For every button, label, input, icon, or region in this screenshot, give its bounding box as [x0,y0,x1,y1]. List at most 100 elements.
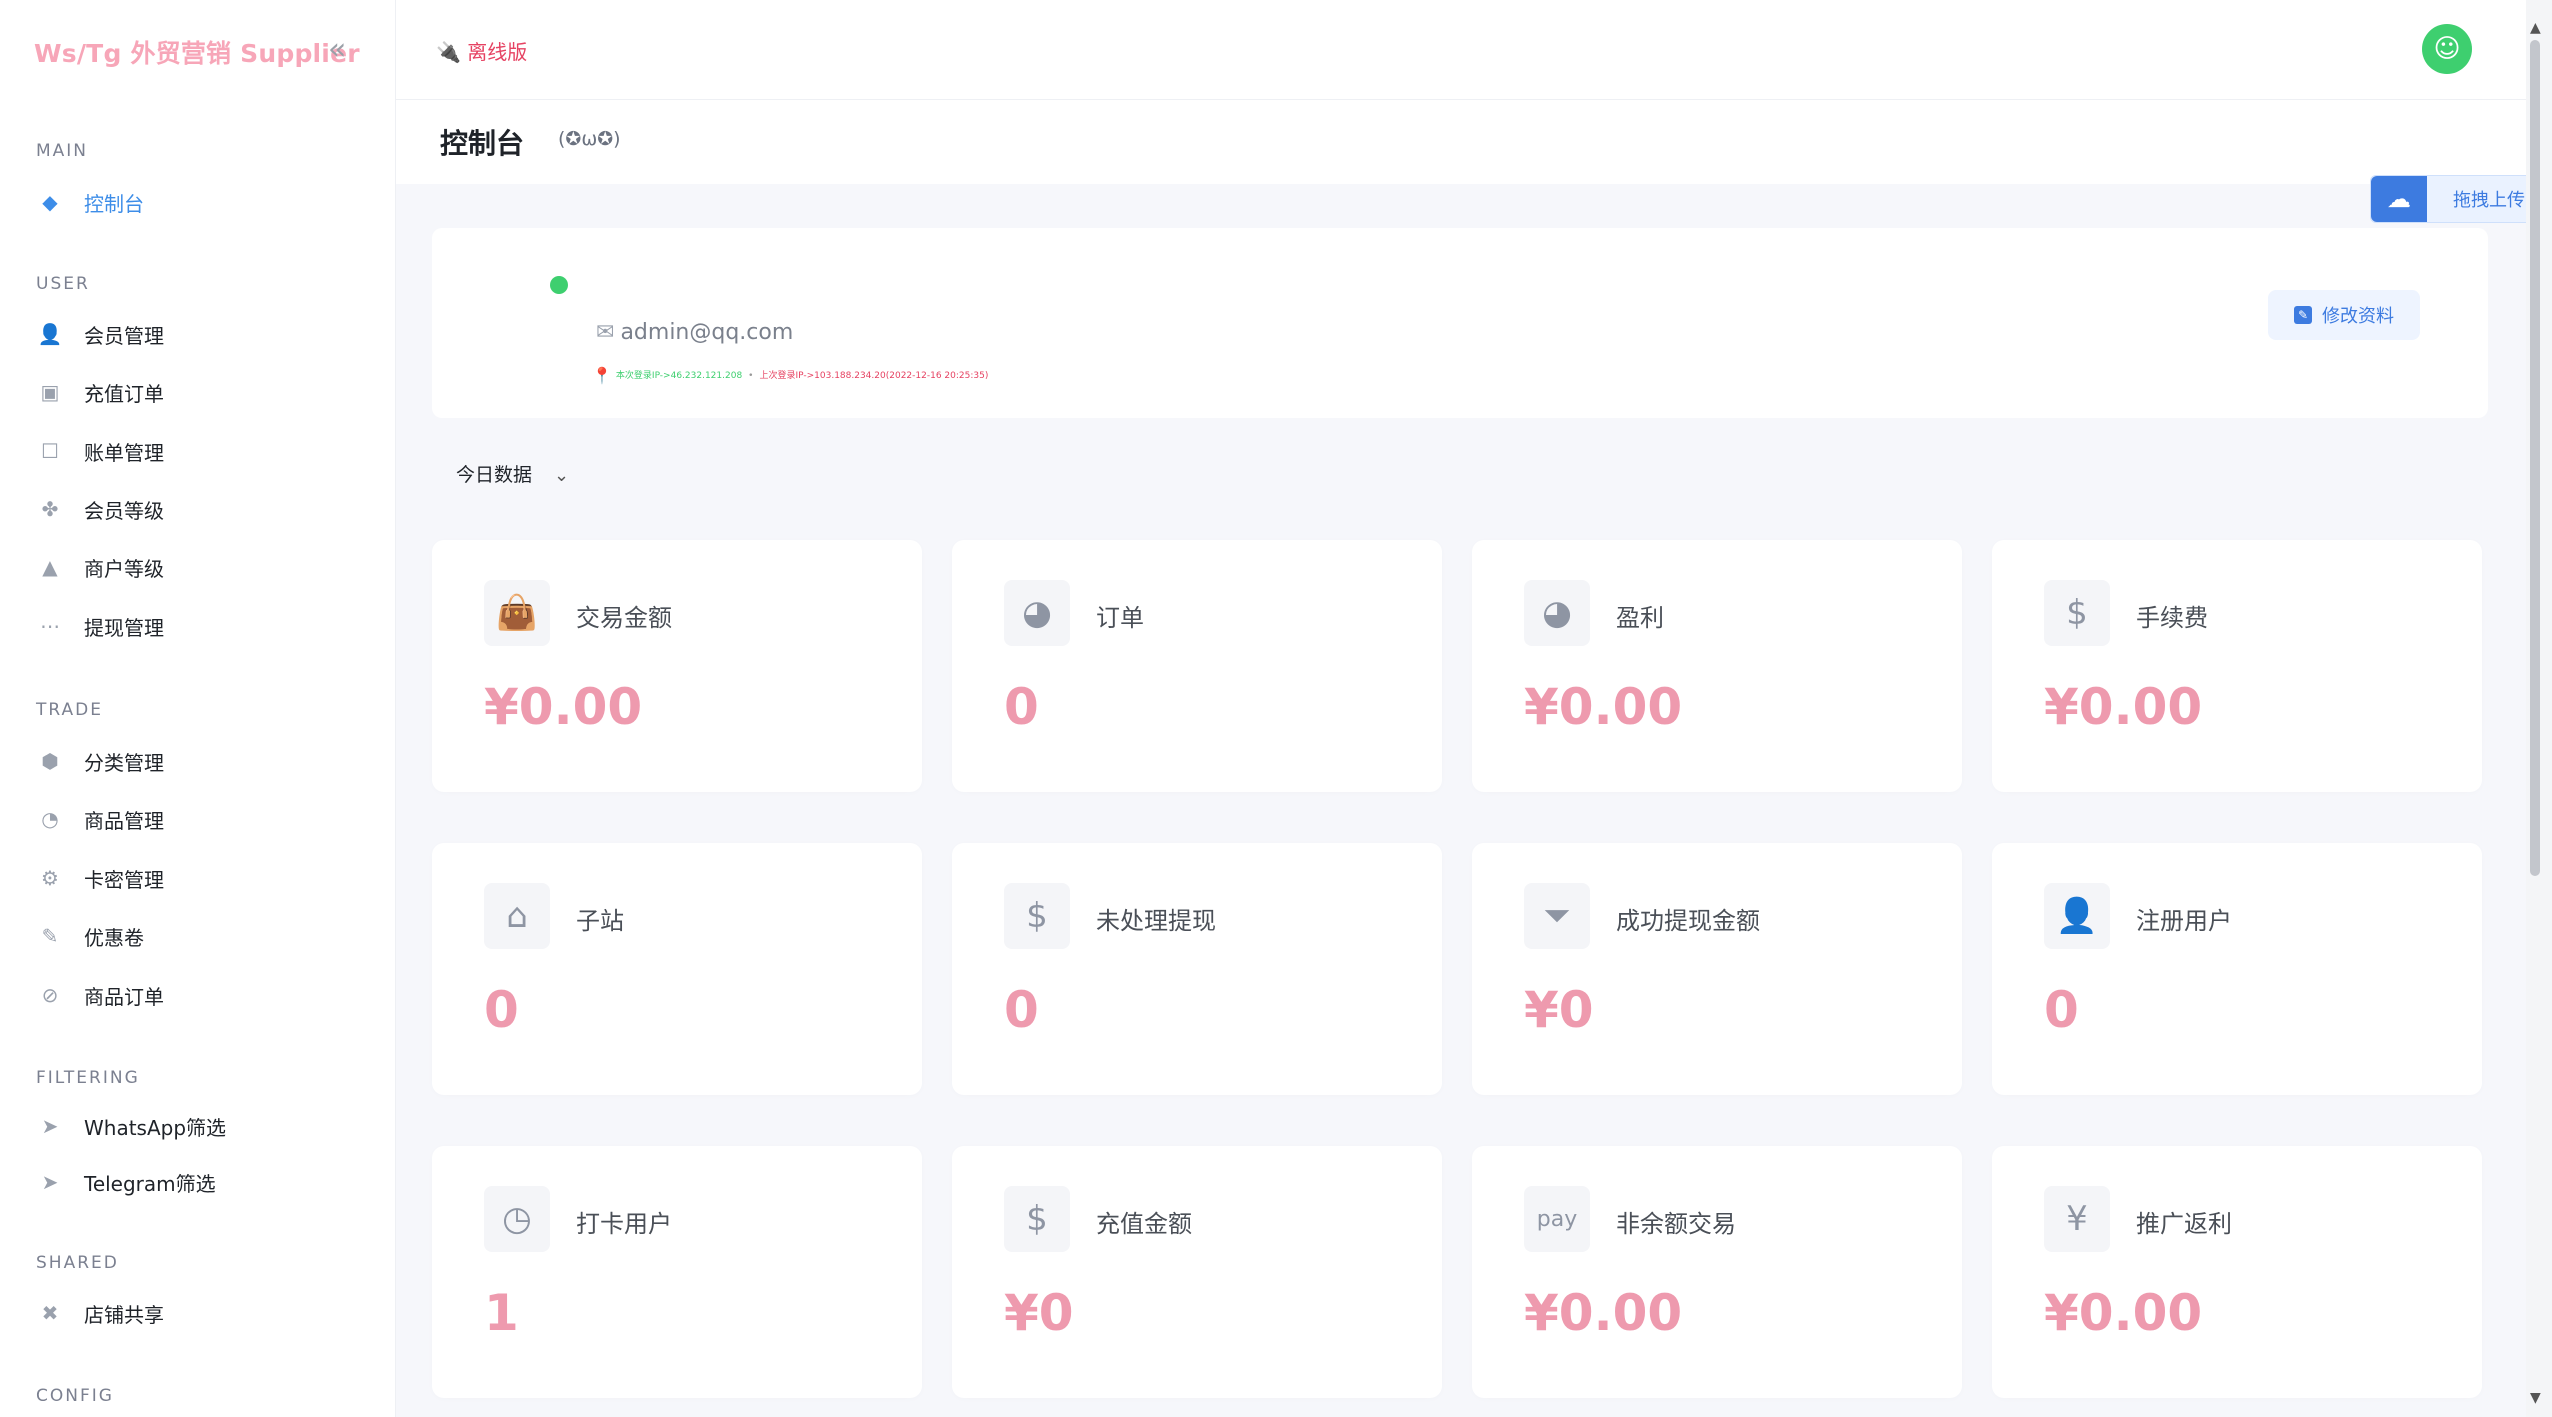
user-plus-icon: 👤 [2044,883,2110,949]
sidebar-item-label: 店铺共享 [84,1302,164,1327]
share-icon: ✖ [41,1301,59,1325]
sidebar-item-label: 商品订单 [84,984,164,1009]
merchant-icon: ▲ [42,555,58,579]
sidebar-item-label: 商户等级 [84,556,164,581]
sidebar-item-goods-orders[interactable]: ⊘ 商品订单 [36,975,164,1015]
stat-label: 推广返利 [2136,1210,2232,1238]
stat-label: 注册用户 [2136,907,2232,935]
stat-card-orders: ◕ 订单 0 [952,540,1442,792]
category-icon: ⬢ [41,749,59,773]
location-pin-icon: 📍 [592,366,612,385]
funnel-icon: ⏷ [1524,883,1590,949]
stat-label: 订单 [1096,604,1144,632]
card-icon: ⚙ [41,866,59,890]
sidebar-item-bills[interactable]: ☐ 账单管理 [36,431,164,471]
current-login-ip: 本次登录IP->46.232.121.208 [615,371,743,381]
hand-dollar-icon: $ [1004,1186,1070,1252]
login-info: 📍 本次登录IP->46.232.121.208 • 上次登录IP->103.188.… [592,366,988,385]
sidebar-item-label: 提现管理 [84,615,164,640]
avatar[interactable]: ☺ [2422,24,2472,74]
section-config: CONFIG [36,1386,114,1406]
sidebar-item-label: 账单管理 [84,440,164,465]
stat-card-successful-withdrawals: ⏷ 成功提现金额 ¥0 [1472,843,1962,1095]
drag-upload-widget[interactable]: ☁ 拖拽上传 [2370,175,2552,223]
scroll-down-arrow-icon[interactable]: ▼ [2530,1390,2541,1406]
dashboard-icon: ◆ [42,190,58,214]
drag-upload-label: 拖拽上传 [2453,190,2525,211]
stat-value: ¥0.00 [1524,678,1683,736]
stat-value: ¥0 [1004,1284,1074,1342]
top-bar: 🔌 离线版 ☺ [396,0,2526,100]
sidebar-item-label: WhatsApp筛选 [84,1115,227,1140]
sidebar-item-member-levels[interactable]: ✤ 会员等级 [36,489,164,529]
plug-icon: 🔌 [436,40,461,64]
sidebar-item-members[interactable]: 👤 会员管理 [36,314,164,354]
sidebar-item-coupons[interactable]: ✎ 优惠卷 [36,916,144,956]
pay-icon: pay [1524,1186,1590,1252]
section-shared: SHARED [36,1253,119,1273]
sidebar-item-shop-share[interactable]: ✖ 店铺共享 [36,1293,164,1333]
stat-label: 未处理提现 [1096,907,1216,935]
stat-label: 交易金额 [576,604,672,632]
edit-icon: ✎ [2294,306,2312,324]
stat-label: 打卡用户 [576,1210,672,1238]
stat-card-checkin-users: ◷ 打卡用户 1 [432,1146,922,1398]
sidebar-item-card-keys[interactable]: ⚙ 卡密管理 [36,858,164,898]
sidebar-item-label: 优惠卷 [84,925,144,950]
telegram-icon: ➤ [41,1114,59,1138]
sidebar-item-label: 控制台 [84,191,144,216]
stat-value: 0 [2044,981,2079,1039]
sidebar-item-label: 商品管理 [84,808,164,833]
offline-label: 离线版 [467,40,528,64]
stat-label: 子站 [576,907,624,935]
edit-profile-button[interactable]: ✎ 修改资料 [2268,290,2420,340]
sidebar-item-label: 会员管理 [84,323,164,348]
sidebar-item-categories[interactable]: ⬢ 分类管理 [36,741,164,781]
page-title: 控制台 [440,127,525,160]
sidebar-item-whatsapp-filter[interactable]: ➤ WhatsApp筛选 [36,1106,226,1146]
stat-label: 手续费 [2136,604,2208,632]
coupon-icon: ✎ [41,924,59,948]
edit-profile-label: 修改资料 [2322,306,2394,327]
sidebar-item-label: 卡密管理 [84,867,164,892]
mail-icon: ✉ [596,320,615,345]
bill-icon: ☐ [41,439,59,463]
sidebar-item-recharge-orders[interactable]: ▣ 充值订单 [36,372,164,412]
withdraw-icon: ⋯ [40,614,60,638]
last-login-ip: 上次登录IP->103.188.234.20(2022-12-16 20:25:… [759,371,989,381]
stat-card-non-balance-transactions: pay 非余额交易 ¥0.00 [1472,1146,1962,1398]
user-icon: 👤 [37,322,63,346]
stat-label: 成功提现金额 [1616,907,1760,935]
sidebar-item-telegram-filter[interactable]: ➤ Telegram筛选 [36,1162,216,1202]
sidebar-item-label: 分类管理 [84,750,164,775]
section-main: MAIN [36,141,89,161]
stat-card-registered-users: 👤 注册用户 0 [1992,843,2482,1095]
sidebar-item-dashboard[interactable]: ◆ 控制台 [36,182,144,222]
order-icon: ⊘ [41,983,59,1007]
section-user: USER [36,274,90,294]
sidebar-item-merchant-levels[interactable]: ▲ 商户等级 [36,547,164,587]
fee-icon: $ [2044,580,2110,646]
date-range-label: 今日数据 [456,464,533,486]
cloud-upload-icon: ☁ [2371,176,2427,222]
yen-icon: ¥ [2044,1186,2110,1252]
sidebar-item-goods[interactable]: ◔ 商品管理 [36,799,164,839]
separator-dot: • [748,371,754,381]
collapse-sidebar-icon[interactable]: « [328,32,346,67]
offline-indicator[interactable]: 🔌 离线版 [436,36,527,65]
level-icon: ✤ [41,497,59,521]
sidebar-item-label: Telegram筛选 [84,1171,216,1196]
stat-value: ¥0.00 [2044,678,2203,736]
stat-card-profit: ◕ 盈利 ¥0.00 [1472,540,1962,792]
date-range-dropdown[interactable]: 今日数据 ⌄ [456,460,569,487]
pie-chart-icon: ◕ [1524,580,1590,646]
sidebar-item-withdrawals[interactable]: ⋯ 提现管理 [36,606,164,646]
stat-value: 0 [484,981,519,1039]
stat-value: ¥0.00 [2044,1284,2203,1342]
page-scrollbar-thumb[interactable] [2530,40,2540,876]
stat-value: 0 [1004,981,1039,1039]
scroll-up-arrow-icon[interactable]: ▲ [2530,20,2541,36]
page-title-bar: 控制台 (✪ω✪) [396,100,2526,184]
chevron-down-icon: ⌄ [554,465,570,486]
clock-icon: ◷ [484,1186,550,1252]
